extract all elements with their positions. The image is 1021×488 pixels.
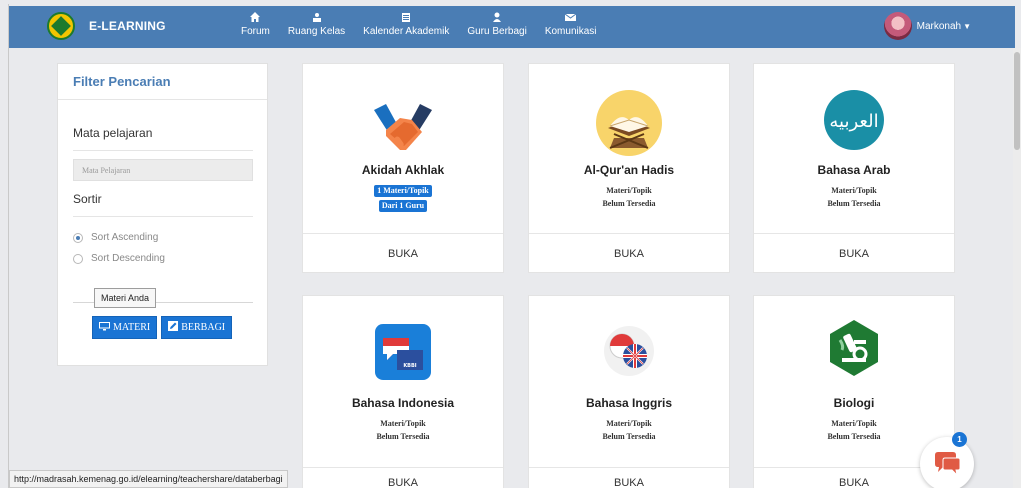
nav-label: Komunikasi <box>544 26 597 37</box>
subject-card: Akidah Akhlak 1 Materi/Topik Dari 1 Guru… <box>302 63 504 273</box>
sort-option-label: Sort Ascending <box>91 232 159 243</box>
arabic-icon: العربيه <box>824 90 884 150</box>
card-icon-area: العربيه <box>754 64 954 150</box>
nav-item-ruang-kelas[interactable]: Ruang Kelas <box>288 12 345 37</box>
card-title: Biologi <box>833 396 875 410</box>
open-button[interactable]: BUKA <box>303 467 503 488</box>
nav-item-kalender-akademik[interactable]: Kalender Akademik <box>363 12 449 37</box>
meta-line: Belum Tersedia <box>602 199 656 208</box>
chat-button[interactable] <box>920 437 974 488</box>
kemenag-logo <box>47 12 75 40</box>
meta-line: Materi/Topik <box>831 186 877 195</box>
monitor-icon <box>99 321 110 334</box>
divider <box>73 216 253 217</box>
chat-icon <box>935 452 961 476</box>
card-title: Al-Qur'an Hadis <box>583 163 675 177</box>
materi-button[interactable]: MATERI <box>92 316 158 339</box>
nav-label: Forum <box>241 26 270 37</box>
berbagi-label: BERBAGI <box>181 322 226 333</box>
chat-count-badge: 1 <box>952 432 967 447</box>
card-title: Akidah Akhlak <box>361 163 445 177</box>
card-meta: Materi/Topik Belum Tersedia <box>754 417 954 443</box>
nav-item-komunikasi[interactable]: Komunikasi <box>545 12 597 37</box>
guru-count-badge: Dari 1 Guru <box>378 200 428 212</box>
nav-item-forum[interactable]: Forum <box>241 12 270 37</box>
sort-ascending-option[interactable]: Sort Ascending <box>73 232 158 243</box>
open-button[interactable]: BUKA <box>303 233 503 273</box>
nav-label: Guru Berbagi <box>467 26 527 37</box>
filter-panel: Filter Pencarian Mata pelajaran Mata Pel… <box>57 63 268 366</box>
meta-line: Belum Tersedia <box>602 432 656 441</box>
quran-icon <box>596 90 662 156</box>
berbagi-button[interactable]: BERBAGI <box>161 316 233 339</box>
open-button[interactable]: BUKA <box>754 233 954 273</box>
card-meta: Materi/Topik Belum Tersedia <box>754 184 954 210</box>
edit-icon <box>168 321 179 334</box>
subject-card: العربيه Bahasa Arab Materi/Topik Belum T… <box>753 63 955 273</box>
card-icon-area <box>754 296 954 376</box>
card-title: Bahasa Arab <box>817 163 891 177</box>
subject-label: Mata pelajaran <box>73 126 153 140</box>
subject-card: Al-Qur'an Hadis Materi/Topik Belum Terse… <box>528 63 730 273</box>
sort-option-label: Sort Descending <box>91 253 165 264</box>
open-button[interactable]: BUKA <box>529 467 729 488</box>
subject-card: KBBI Bahasa Indonesia Materi/Topik Belum… <box>302 295 504 488</box>
materi-count-badge: 1 Materi/Topik <box>374 185 432 197</box>
indonesian-flag-icon: KBBI <box>375 324 431 380</box>
arabic-icon-text: العربيه <box>829 111 878 132</box>
caret-down-icon: ▼ <box>963 21 971 31</box>
avatar <box>883 12 912 40</box>
card-icon-area <box>303 64 503 156</box>
card-title: Bahasa Indonesia <box>351 396 455 410</box>
materi-label: MATERI <box>113 322 151 333</box>
nav-label: Ruang Kelas <box>287 26 346 37</box>
top-navbar: E-LEARNING Forum Ruang Kelas Kalender Ak… <box>9 6 1015 48</box>
meta-line: Belum Tersedia <box>827 432 881 441</box>
card-icon-area <box>529 296 729 376</box>
sort-descending-option[interactable]: Sort Descending <box>73 253 165 264</box>
user-name: Markonah <box>916 20 962 32</box>
card-title: Bahasa Inggris <box>585 396 673 410</box>
nav-menu: Forum Ruang Kelas Kalender Akademik Guru… <box>241 12 615 37</box>
teacher-icon <box>492 12 502 24</box>
class-icon <box>312 12 322 24</box>
card-icon-area <box>529 64 729 156</box>
meta-line: Belum Tersedia <box>827 199 881 208</box>
radio-icon[interactable] <box>73 253 83 264</box>
card-meta: Materi/Topik Belum Tersedia <box>303 417 503 443</box>
subject-card: Bahasa Inggris Materi/Topik Belum Tersed… <box>528 295 730 488</box>
envelope-icon <box>564 12 577 24</box>
nav-label: Kalender Akademik <box>363 26 450 37</box>
language-flags-icon <box>604 326 654 376</box>
brand-title: E-LEARNING <box>89 19 166 33</box>
browser-status-bar: http://madrasah.kemenag.go.id/elearning/… <box>9 470 288 488</box>
action-buttons: MATERI BERBAGI <box>92 316 233 339</box>
card-meta: Materi/Topik Belum Tersedia <box>529 417 729 443</box>
nav-item-guru-berbagi[interactable]: Guru Berbagi <box>467 12 527 37</box>
microscope-icon <box>830 320 878 376</box>
radio-selected-icon[interactable] <box>73 232 83 243</box>
meta-line: Materi/Topik <box>831 419 877 428</box>
handshake-icon <box>374 104 432 150</box>
user-menu[interactable]: Markonah ▼ <box>883 12 971 40</box>
divider <box>73 150 253 151</box>
meta-line: Materi/Topik <box>606 186 652 195</box>
meta-line: Belum Tersedia <box>376 432 430 441</box>
home-icon <box>250 12 261 24</box>
brand[interactable]: E-LEARNING <box>47 12 166 40</box>
scrollbar-thumb[interactable] <box>1014 52 1020 150</box>
card-icon-area: KBBI <box>303 296 503 380</box>
meta-line: Materi/Topik <box>380 419 426 428</box>
subject-input[interactable]: Mata Pelajaran <box>73 159 253 181</box>
kbbi-icon-text: KBBI <box>403 363 416 369</box>
calendar-icon <box>401 12 411 24</box>
card-meta: Materi/Topik Belum Tersedia <box>529 184 729 210</box>
open-button[interactable]: BUKA <box>529 233 729 273</box>
filter-title: Filter Pencarian <box>58 64 267 100</box>
tooltip: Materi Anda <box>94 288 156 308</box>
page-scrollbar[interactable] <box>1013 48 1021 488</box>
sort-label: Sortir <box>73 192 102 206</box>
meta-line: Materi/Topik <box>606 419 652 428</box>
card-meta: 1 Materi/Topik Dari 1 Guru <box>303 184 503 214</box>
